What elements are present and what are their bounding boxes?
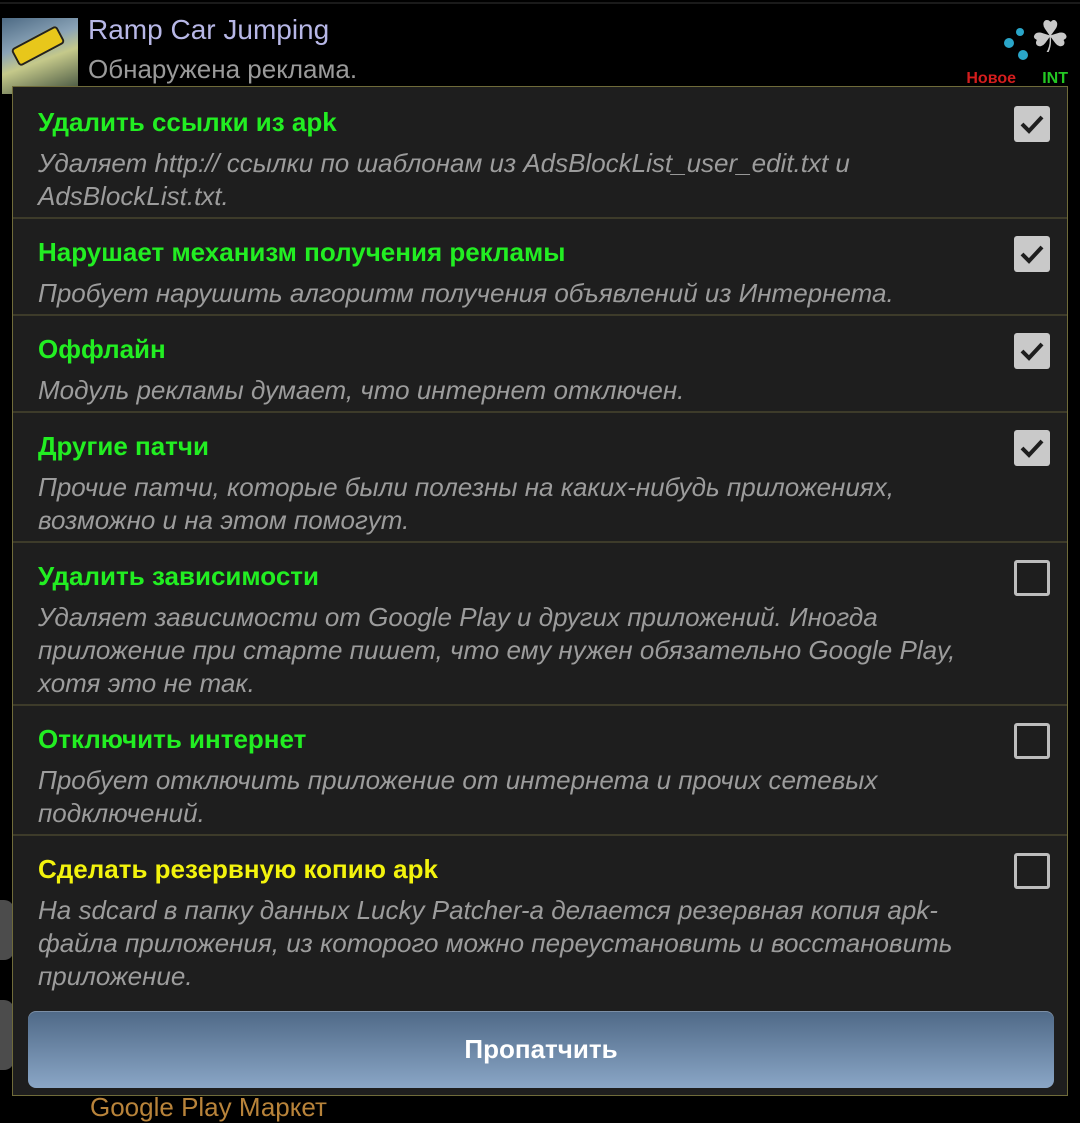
- app-list-item[interactable]: Ramp Car Jumping Обнаружена реклама. ☘ Н…: [0, 0, 1080, 95]
- option-checkbox[interactable]: [1014, 333, 1050, 369]
- option-description: На sdcard в папку данных Lucky Patcher-а…: [38, 895, 953, 991]
- option-description: Модуль рекламы думает, что интернет откл…: [38, 375, 685, 405]
- option-checkbox[interactable]: [1014, 236, 1050, 272]
- option-row-offline[interactable]: Оффлайн Модуль рекламы думает, что интер…: [13, 316, 1067, 413]
- patch-options-dialog: Удалить ссылки из apk Удаляет http:// сс…: [12, 86, 1068, 1096]
- app-title-partial: Google Play Маркет: [90, 1092, 327, 1122]
- checkmark-icon: [1020, 439, 1044, 458]
- option-description: Пробует нарушить алгоритм получения объя…: [38, 278, 894, 308]
- patch-button[interactable]: Пропатчить: [28, 1011, 1054, 1088]
- option-row-break-ads-mechanism[interactable]: Нарушает механизм получения рекламы Проб…: [13, 219, 1067, 316]
- option-row-remove-dependencies[interactable]: Удалить зависимости Удаляет зависимости …: [13, 543, 1067, 706]
- option-description: Удаляет зависимости от Google Play и дру…: [38, 602, 956, 698]
- option-row-disable-internet[interactable]: Отключить интернет Пробует отключить при…: [13, 706, 1067, 836]
- app-title: Ramp Car Jumping: [88, 14, 330, 45]
- option-title: Удалить зависимости: [38, 561, 319, 591]
- option-row-backup-apk[interactable]: Сделать резервную копию apk На sdcard в …: [13, 836, 1067, 1006]
- checkmark-icon: [1020, 342, 1044, 361]
- option-title: Сделать резервную копию apk: [38, 854, 438, 884]
- option-row-other-patches[interactable]: Другие патчи Прочие патчи, которые были …: [13, 413, 1067, 543]
- checkmark-icon: [1020, 115, 1044, 134]
- option-title: Нарушает механизм получения рекламы: [38, 237, 566, 267]
- option-checkbox[interactable]: [1014, 723, 1050, 759]
- app-status: Обнаружена реклама.: [88, 54, 358, 84]
- option-title: Удалить ссылки из apk: [38, 107, 337, 137]
- option-checkbox[interactable]: [1014, 430, 1050, 466]
- option-description: Пробует отключить приложение от интернет…: [38, 765, 878, 828]
- app-icon: [2, 18, 78, 94]
- option-checkbox[interactable]: [1014, 560, 1050, 596]
- option-checkbox[interactable]: [1014, 853, 1050, 889]
- option-row-remove-links[interactable]: Удалить ссылки из apk Удаляет http:// сс…: [13, 87, 1067, 219]
- option-checkbox[interactable]: [1014, 106, 1050, 142]
- option-title: Оффлайн: [38, 334, 166, 364]
- clover-icon: ☘: [1030, 13, 1070, 62]
- option-description: Удаляет http:// ссылки по шаблонам из Ad…: [38, 148, 850, 211]
- checkmark-icon: [1020, 245, 1044, 264]
- option-title: Отключить интернет: [38, 724, 307, 754]
- option-title: Другие патчи: [38, 431, 209, 461]
- app-status-icons: ☘ Новое INT: [966, 13, 1074, 88]
- option-description: Прочие патчи, которые были полезны на ка…: [38, 472, 894, 535]
